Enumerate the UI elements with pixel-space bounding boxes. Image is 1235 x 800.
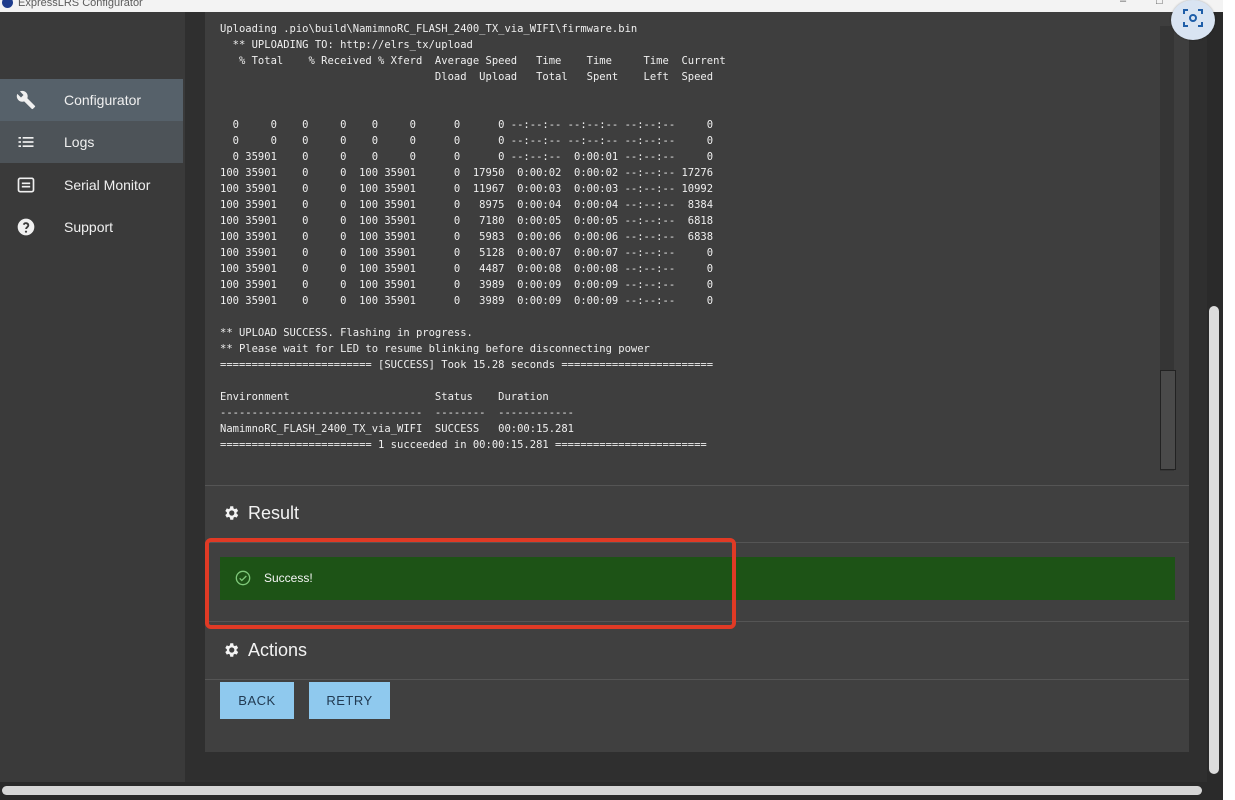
back-button[interactable]: BACK: [220, 682, 294, 719]
main-panel: Uploading .pio\build\NamimnoRC_FLASH_240…: [205, 12, 1189, 752]
gear-icon: [225, 643, 239, 657]
actions-section-header: Actions: [222, 638, 307, 662]
list-icon: [18, 137, 34, 147]
camera-scan-icon: [1183, 9, 1203, 27]
terminal-scrollbar-thumb[interactable]: [1160, 370, 1176, 470]
help-icon: [17, 218, 35, 236]
divider: [205, 542, 1189, 543]
window-scrollbar-thumb[interactable]: [1209, 306, 1219, 774]
title-bar: ExpressLRS Configurator – □: [0, 0, 1235, 12]
sidebar-item-label: Serial Monitor: [64, 177, 151, 193]
wrench-icon: [16, 90, 36, 110]
sidebar-item-logs[interactable]: Logs: [0, 121, 183, 163]
horizontal-scrollbar[interactable]: [0, 782, 1223, 800]
result-section-header: Result: [222, 501, 299, 525]
screen-capture-button[interactable]: [1171, 0, 1215, 40]
divider: [205, 621, 1189, 622]
app-logo-icon: [2, 0, 13, 8]
retry-button[interactable]: RETRY: [309, 682, 390, 719]
window-edge: [1223, 0, 1235, 800]
sidebar-item-label: Configurator: [64, 92, 142, 108]
success-message: Success!: [264, 571, 313, 585]
divider: [205, 485, 1189, 486]
divider: [205, 679, 1189, 680]
log-output-terminal[interactable]: Uploading .pio\build\NamimnoRC_FLASH_240…: [205, 12, 1189, 485]
actions-heading: Actions: [248, 639, 308, 660]
sidebar-item-support[interactable]: Support: [0, 206, 183, 248]
log-output-text: Uploading .pio\build\NamimnoRC_FLASH_240…: [220, 23, 726, 451]
horizontal-scrollbar-thumb[interactable]: [2, 786, 1202, 795]
check-circle-icon: [235, 570, 251, 586]
sidebar-item-serial-monitor[interactable]: Serial Monitor: [0, 164, 183, 206]
sidebar-item-label: Logs: [64, 134, 95, 150]
result-heading: Result: [248, 502, 300, 523]
monitor-icon: [17, 177, 35, 193]
success-alert: Success!: [220, 557, 1175, 600]
sidebar-item-configurator[interactable]: Configurator: [0, 79, 183, 121]
gear-icon: [225, 506, 239, 520]
maximize-button[interactable]: □: [1156, 0, 1163, 7]
sidebar: Configurator Logs Serial Monitor Support: [0, 12, 185, 782]
window-title: ExpressLRS Configurator: [18, 0, 143, 9]
minimize-button[interactable]: –: [1120, 0, 1126, 7]
sidebar-item-label: Support: [64, 219, 114, 235]
